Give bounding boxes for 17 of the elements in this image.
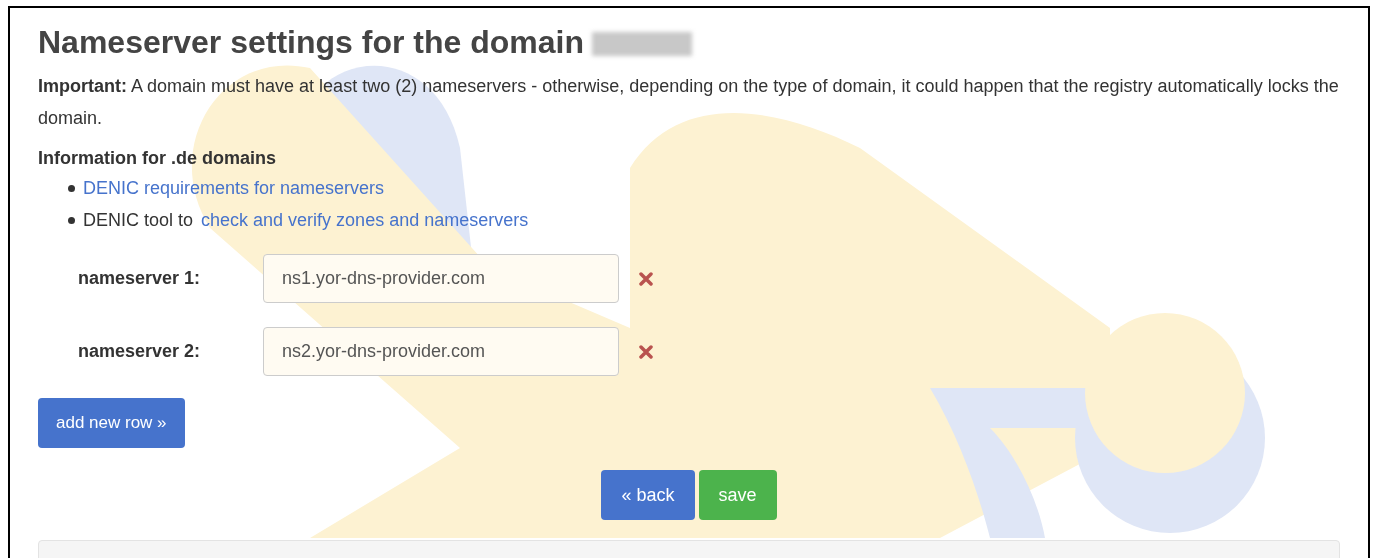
field-label: nameserver 1: [77, 267, 202, 290]
info-heading: Information for .de domains [38, 147, 277, 170]
page-title: Nameserver settings for the domain [38, 23, 584, 62]
bullet-icon [68, 216, 75, 224]
save-button[interactable]: save [698, 470, 777, 520]
nameserver-input[interactable]: ns2.yor-dns-provider.com [263, 327, 619, 376]
nameserver-input[interactable]: ns1.yor-dns-provider.com [263, 254, 619, 303]
notice-text: Important: A domain must have at least two (2) nameservers - otherwise, depending on the type of domain, it could happen that the registry automatically locks the domain. [38, 75, 1340, 130]
info-text: DENIC tool to [83, 209, 194, 232]
add-row-button[interactable]: add new row » [38, 398, 185, 448]
back-button[interactable]: « back [601, 470, 695, 520]
remove-icon[interactable] [639, 344, 653, 359]
bullet-icon [68, 184, 75, 192]
info-link[interactable]: DENIC requirements for nameservers [83, 172, 385, 204]
info-link[interactable]: check and verify zones and nameservers [201, 204, 529, 236]
field-label: nameserver 2: [77, 340, 202, 363]
remove-icon[interactable] [639, 271, 653, 286]
